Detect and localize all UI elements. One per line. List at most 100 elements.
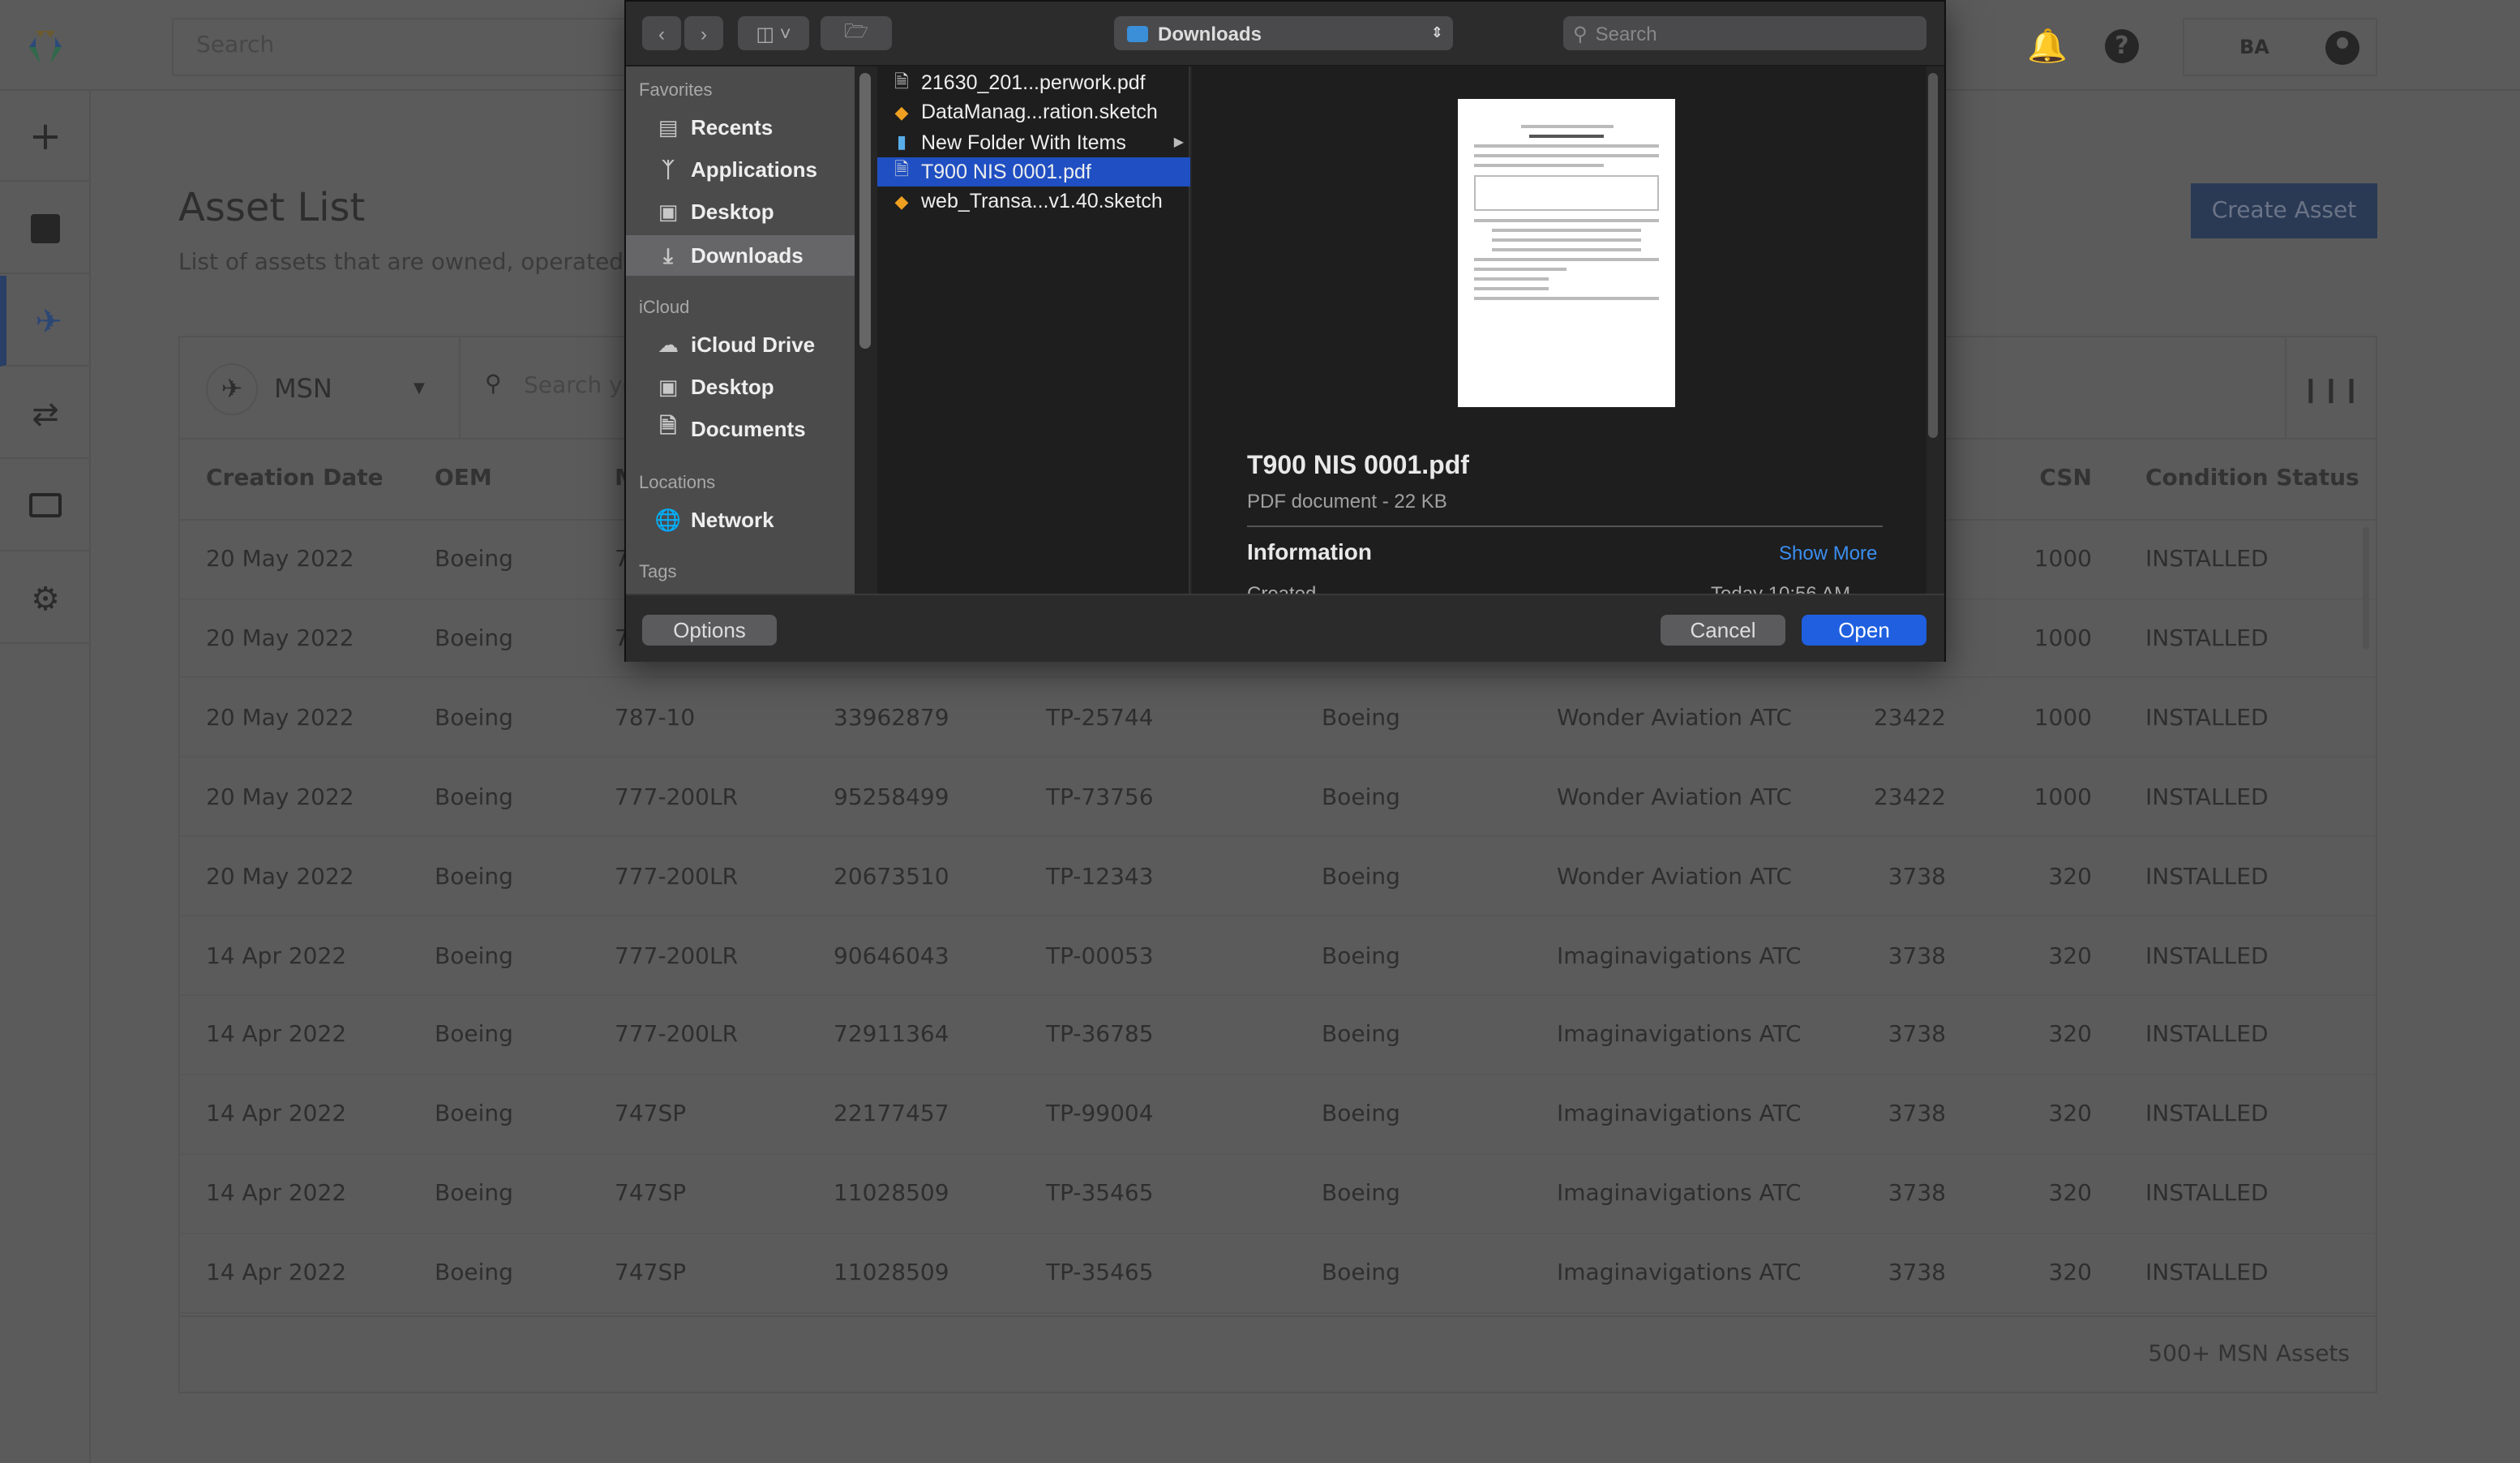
airplane-icon: ✈ <box>35 301 62 340</box>
back-button[interactable]: ‹ <box>642 16 681 50</box>
sidebar-recents[interactable]: ▤ Recents <box>626 107 855 148</box>
cell-date: 14 Apr 2022 <box>206 1101 347 1128</box>
sidebar-downloads[interactable]: ⤓ Downloads <box>626 235 855 276</box>
cell-csn: 1000 <box>2034 705 2092 732</box>
cell-manufacturer: Boeing <box>1322 1022 1400 1049</box>
table-row[interactable]: 20 May 2022 Boeing 787-10 33962879 TP-25744 B… <box>180 680 2376 758</box>
file-item[interactable]: ◆ web_Transa...v1.40.sketch <box>877 187 1190 216</box>
cell-status: INSTALLED <box>2145 705 2269 732</box>
view-mode-button[interactable]: ◫ ˅ <box>738 16 809 50</box>
cell-status: INSTALLED <box>2145 864 2269 890</box>
help-icon[interactable]: ? <box>2105 29 2139 63</box>
table-row[interactable]: 14 Apr 2022 Boeing 777-200LR 72911364 TP-367… <box>180 997 2376 1075</box>
pdf-file-icon: 🗎 <box>894 72 909 92</box>
dialog-search-input[interactable]: ⚲ Search <box>1563 16 1926 50</box>
sidebar-item-files[interactable] <box>0 461 91 551</box>
location-dropdown[interactable]: Downloads ⇕ <box>1114 16 1453 50</box>
table-search-input[interactable]: Search yo <box>524 373 636 399</box>
cell-reg: TP-73756 <box>1046 784 1154 811</box>
transfer-icon: ⇄ <box>32 393 59 432</box>
table-row[interactable]: 20 May 2022 Boeing 777-200LR 20673510 TP-123… <box>180 838 2376 917</box>
label: Desktop <box>691 375 774 399</box>
tags-heading: Tags <box>639 563 677 582</box>
table-row[interactable]: 14 Apr 2022 Boeing 747SP 22177457 TP-99004 Bo… <box>180 1076 2376 1155</box>
cell-model: 777-200LR <box>615 943 739 969</box>
cell-csn: 1000 <box>2034 784 2092 811</box>
header-oem[interactable]: OEM <box>435 440 492 517</box>
table-row[interactable]: 14 Apr 2022 Boeing 747SP 11028509 TP-35465 Bo… <box>180 1155 2376 1234</box>
new-folder-button[interactable]: 🗁 <box>821 16 892 50</box>
asset-type-selector[interactable]: ✈ MSN ▼ <box>180 337 461 440</box>
cell-msn: 72911364 <box>834 1022 949 1049</box>
cell-csn: 320 <box>2048 943 2092 969</box>
file-item[interactable]: 🗎 21630_201...perwork.pdf <box>877 68 1190 97</box>
preview-scrollbar[interactable] <box>1928 73 1938 438</box>
table-row[interactable]: 14 Apr 2022 Boeing 777-200LR 90646043 TP-000… <box>180 917 2376 996</box>
cell-msn: 22177457 <box>834 1101 949 1128</box>
file-item[interactable]: ◆ DataManag...ration.sketch <box>877 98 1190 127</box>
cell-operator: Wonder Aviation ATC <box>1557 864 1792 890</box>
sidebar-item-add[interactable]: + <box>0 91 91 182</box>
columns-button[interactable]: ❙❙❙ <box>2285 337 2376 440</box>
chevron-left-icon: ‹ <box>658 22 665 45</box>
user-menu[interactable]: BA <box>2183 18 2377 76</box>
divider <box>1247 526 1883 527</box>
sidebar-icloud-desktop[interactable]: ▣ Desktop <box>626 367 855 407</box>
sketch-file-icon: ◆ <box>894 103 909 123</box>
updown-chevron-icon: ⇕ <box>1430 24 1443 41</box>
bell-icon[interactable]: 🔔 <box>2027 26 2068 65</box>
cell-reg: TP-36785 <box>1046 1022 1154 1049</box>
page-title: Asset List <box>178 185 366 230</box>
table-row[interactable]: 14 Apr 2022 Boeing 747SP 11028509 TP-35465 Bo… <box>180 1234 2376 1314</box>
label: Applications <box>691 157 818 182</box>
sidebar-network[interactable]: 🌐 Network <box>626 500 855 540</box>
show-more-link[interactable]: Show More <box>1779 542 1877 564</box>
file-list: 🗎 21630_201...perwork.pdf ◆ DataManag...rat… <box>877 66 1190 594</box>
preview-filename: T900 NIS 0001.pdf <box>1247 453 1469 480</box>
asset-type-label: MSN <box>274 373 332 404</box>
search-icon: ⚲ <box>485 371 502 397</box>
sidebar-item-assets[interactable]: ✈ <box>0 276 91 367</box>
sidebar-documents[interactable]: 🗎 Documents <box>626 409 855 449</box>
sidebar-applications[interactable]: ᛉ Applications <box>626 149 855 190</box>
pdf-thumbnail <box>1458 99 1675 407</box>
plus-icon: + <box>28 113 62 158</box>
cell-model: 747SP <box>615 1101 687 1128</box>
sidebar-item-dashboard[interactable] <box>0 183 91 274</box>
pdf-file-icon: 🗎 <box>894 161 909 181</box>
file-item[interactable]: 🗎 T900 NIS 0001.pdf <box>877 157 1190 187</box>
cell-msn: 11028509 <box>834 1181 949 1208</box>
header-condition-status[interactable]: Condition Status <box>2145 440 2359 517</box>
cell-tsn: 3738 <box>1888 1260 1946 1287</box>
sidebar-item-transfers[interactable]: ⇄ <box>0 368 91 459</box>
forward-button[interactable]: › <box>684 16 723 50</box>
table-row[interactable]: 20 May 2022 Boeing 777-200LR 95258499 TP-737… <box>180 758 2376 838</box>
file-item[interactable]: ▮ New Folder With Items ▶ <box>877 127 1190 157</box>
file-name: T900 NIS 0001.pdf <box>921 160 1091 183</box>
sidebar-scrollbar[interactable] <box>859 73 871 349</box>
cell-manufacturer: Boeing <box>1322 1260 1400 1287</box>
sidebar-desktop[interactable]: ▣ Desktop <box>626 191 855 232</box>
folder-icon: ▮ <box>896 133 907 153</box>
cell-tsn: 23422 <box>1873 784 1946 811</box>
table-scrollbar[interactable] <box>2363 527 2369 649</box>
chevron-right-icon: › <box>701 22 707 45</box>
page-subtitle: List of assets that are owned, operated,… <box>178 250 652 276</box>
sidebar-item-settings[interactable]: ⚙ <box>0 553 91 644</box>
options-button[interactable]: Options <box>642 615 777 646</box>
cell-msn: 20673510 <box>834 864 949 890</box>
cell-reg: TP-35465 <box>1046 1260 1154 1287</box>
logo <box>26 28 65 66</box>
folder-icon <box>29 493 62 517</box>
cell-oem: Boeing <box>435 943 513 969</box>
cancel-button[interactable]: Cancel <box>1661 615 1785 646</box>
header-creation-date[interactable]: Creation Date <box>206 440 384 517</box>
create-asset-button[interactable]: Create Asset <box>2191 183 2377 238</box>
table-footer: 500+ MSN Assets <box>180 1315 2376 1393</box>
open-button[interactable]: Open <box>1802 615 1926 646</box>
sidebar: + ✈ ⇄ ⚙ <box>0 91 91 1463</box>
cell-date: 20 May 2022 <box>206 625 354 652</box>
header-csn[interactable]: CSN <box>2039 440 2092 517</box>
sidebar-icloud-drive[interactable]: ☁ iCloud Drive <box>626 324 855 365</box>
cell-msn: 33962879 <box>834 705 949 732</box>
